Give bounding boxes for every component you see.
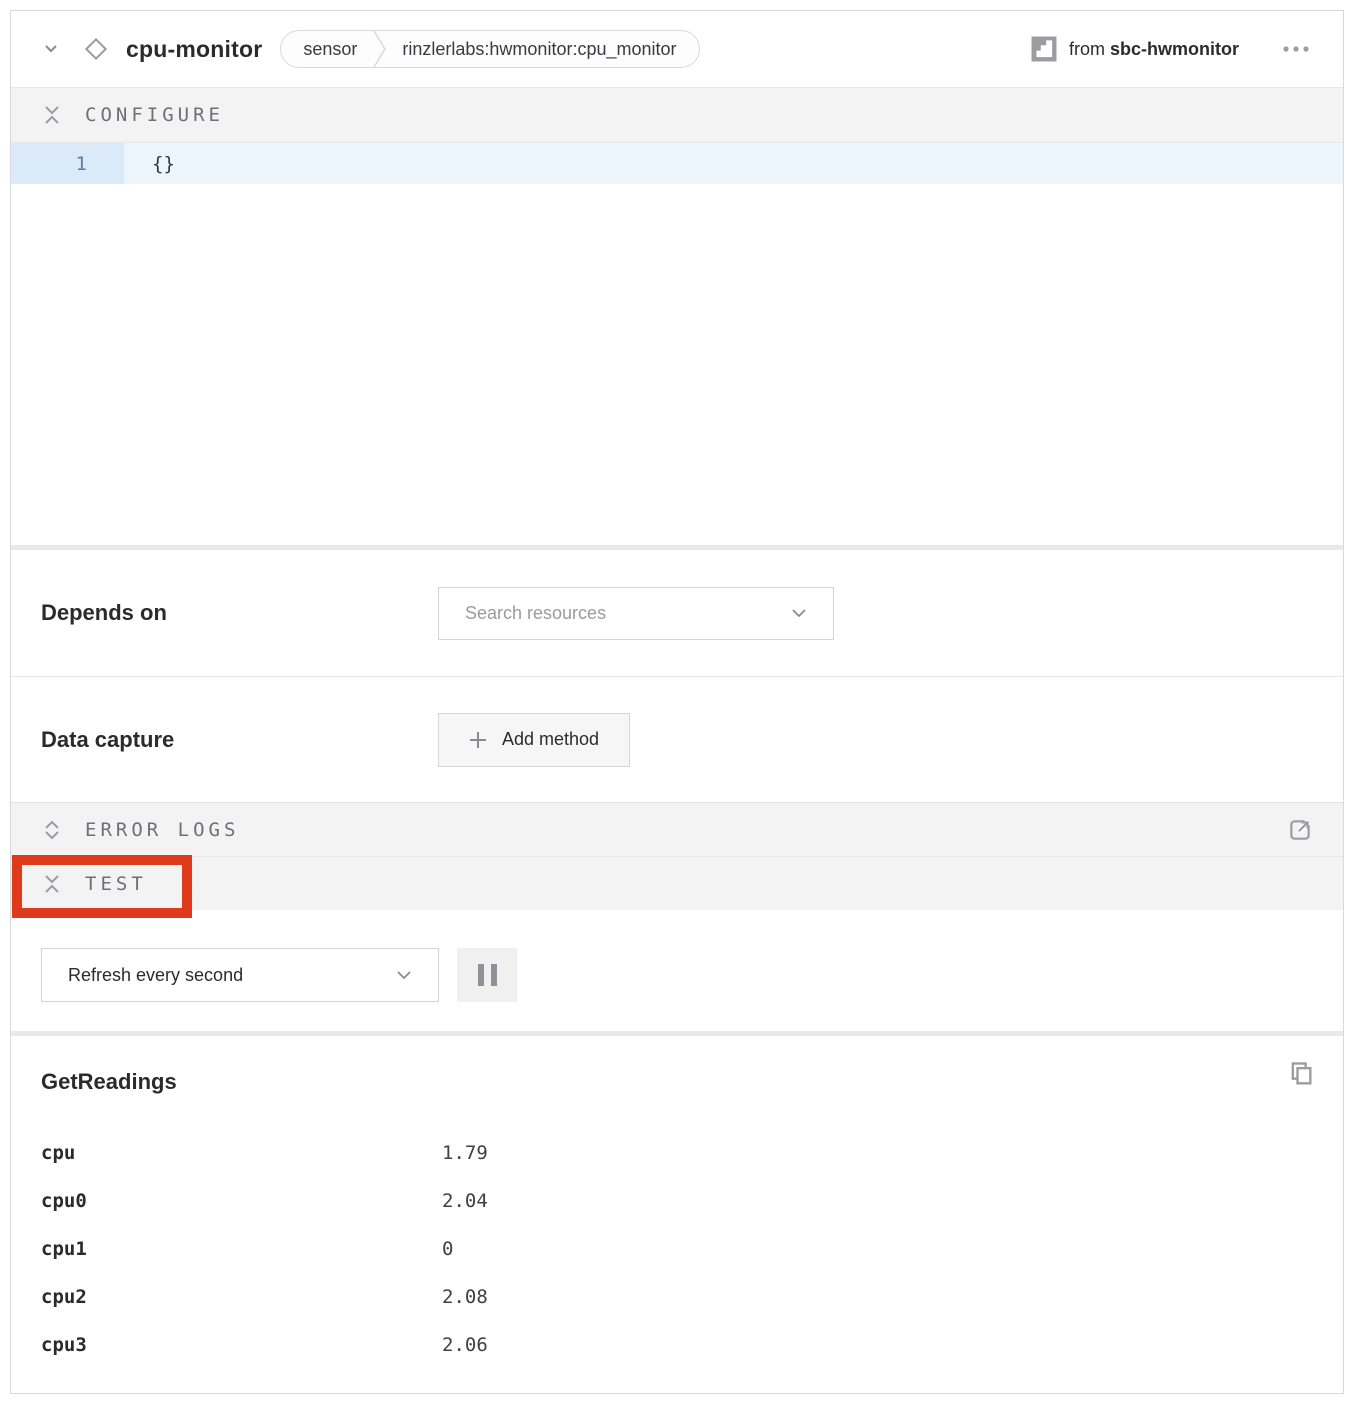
data-capture-section: Data capture Add method [11,677,1343,802]
collapse-section-icon[interactable] [41,871,63,897]
reading-row: cpu3 2.06 [41,1321,1313,1369]
component-header: cpu-monitor sensor rinzlerlabs:hwmonitor… [11,11,1343,88]
reading-row: cpu1 0 [41,1225,1313,1273]
method-title: GetReadings [41,1069,1313,1095]
expand-section-icon[interactable] [41,817,63,843]
pause-refresh-button[interactable] [457,948,517,1002]
refresh-rate-value: Refresh every second [68,965,243,986]
reading-key: cpu2 [41,1286,442,1308]
reading-value: 2.08 [442,1286,488,1308]
component-card: cpu-monitor sensor rinzlerlabs:hwmonitor… [10,10,1344,1394]
reading-value: 0 [442,1238,453,1260]
plus-icon [469,731,487,749]
depends-on-placeholder: Search resources [465,603,606,624]
test-section-bar: TEST [11,857,1343,910]
open-external-icon[interactable] [1287,817,1313,843]
refresh-rate-select[interactable]: Refresh every second [41,948,439,1002]
depends-on-select[interactable]: Search resources [438,587,834,640]
reading-row: cpu0 2.04 [41,1177,1313,1225]
reading-key: cpu1 [41,1238,442,1260]
configure-section-label: CONFIGURE [85,104,224,126]
depends-on-section: Depends on Search resources [11,550,1343,677]
sensor-diamond-icon [81,34,111,64]
readings-table: cpu 1.79 cpu0 2.04 cpu1 0 cpu2 2.08 cpu3… [41,1129,1313,1369]
fragment-name: sbc-hwmonitor [1110,39,1239,59]
reading-key: cpu3 [41,1334,442,1356]
reading-row: cpu2 2.08 [41,1273,1313,1321]
test-panel: Refresh every second [11,910,1343,1031]
collapse-section-icon[interactable] [41,102,63,128]
component-type: sensor [303,39,357,60]
reading-key: cpu [41,1142,442,1164]
add-method-label: Add method [502,729,599,750]
editor-line-content[interactable]: {} [124,143,175,184]
data-capture-label: Data capture [41,727,438,753]
reading-value: 1.79 [442,1142,488,1164]
test-section-label: TEST [85,873,147,895]
copy-icon[interactable] [1287,1060,1315,1088]
add-method-button[interactable]: Add method [438,713,630,767]
component-name: cpu-monitor [126,36,262,63]
editor-active-line[interactable]: 1 {} [11,143,1343,184]
fragment-source-label: from sbc-hwmonitor [1069,39,1239,60]
component-model: rinzlerlabs:hwmonitor:cpu_monitor [402,39,676,60]
configure-section-bar: CONFIGURE [11,88,1343,143]
reading-key: cpu0 [41,1190,442,1212]
reading-value: 2.06 [442,1334,488,1356]
editor-line-number: 1 [11,143,124,184]
reading-row: cpu 1.79 [41,1129,1313,1177]
pause-icon [478,964,484,986]
chevron-down-icon [396,970,412,980]
get-readings-panel: GetReadings cpu 1.79 cpu0 2.04 cpu1 0 cp… [11,1036,1343,1387]
error-logs-section-label: ERROR LOGS [85,819,239,841]
reading-value: 2.04 [442,1190,488,1212]
breadcrumb-separator-icon [373,31,386,67]
component-type-model-badge: sensor rinzlerlabs:hwmonitor:cpu_monitor [280,30,699,68]
fragment-icon [1031,36,1057,62]
more-options-icon[interactable] [1279,41,1313,57]
error-logs-section-bar: ERROR LOGS [11,802,1343,857]
config-json-editor[interactable]: 1 {} [11,143,1343,545]
chevron-down-icon [791,608,807,618]
chevron-down-icon[interactable] [41,39,61,59]
depends-on-label: Depends on [41,600,438,626]
